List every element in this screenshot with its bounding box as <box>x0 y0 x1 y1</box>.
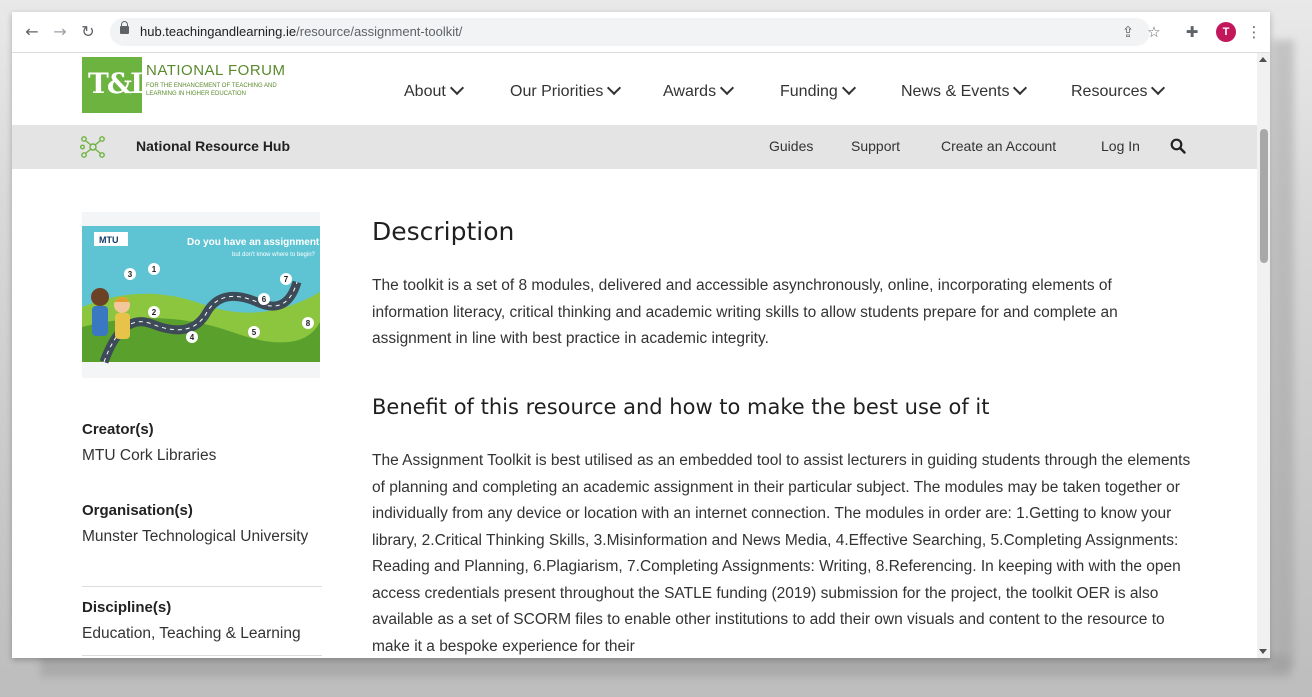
browser-toolbar: ← → ↻ hub.teachingandlearning.ie/resourc… <box>12 12 1270 53</box>
thumbnail-step-2: 2 <box>152 308 157 317</box>
forward-icon[interactable]: → <box>50 22 70 42</box>
nav-funding-label: Funding <box>780 83 838 100</box>
support-link[interactable]: Support <box>851 138 900 154</box>
logo-mark: T&L <box>88 67 150 100</box>
nav-funding[interactable]: Funding <box>780 80 856 101</box>
logo-subtitle: FOR THE ENHANCEMENT OF TEACHING AND LEAR… <box>146 83 277 97</box>
assignment-toolkit-infographic: MTU Do you have an assignment but don't … <box>82 212 320 378</box>
scroll-down-arrow-icon[interactable] <box>1259 649 1267 654</box>
thumbnail-step-8: 8 <box>306 319 311 328</box>
nav-about-label: About <box>404 83 446 100</box>
discipline-value[interactable]: Education, Teaching & Learning <box>82 621 322 647</box>
thumbnail-headline: Do you have an assignment <box>187 237 320 248</box>
nav-our-priorities[interactable]: Our Priorities <box>510 80 622 101</box>
chevron-down-icon <box>841 80 856 96</box>
thumbnail-step-7: 7 <box>284 275 289 284</box>
browser-window: ← → ↻ hub.teachingandlearning.ie/resourc… <box>12 12 1270 658</box>
description-text: The toolkit is a set of 8 modules, deliv… <box>372 277 1118 347</box>
address-bar[interactable]: hub.teachingandlearning.ie/resource/assi… <box>110 18 1150 46</box>
url-path: /resource/assignment-toolkit/ <box>296 24 463 39</box>
page-scrollbar[interactable] <box>1257 53 1270 658</box>
reload-icon[interactable]: ↻ <box>78 22 98 42</box>
guides-link[interactable]: Guides <box>769 138 813 154</box>
chevron-down-icon <box>719 80 735 96</box>
nav-news-events[interactable]: News & Events <box>901 80 1028 101</box>
scrollbar-thumb[interactable] <box>1260 129 1268 263</box>
backdrop-shadow-right <box>1272 40 1294 670</box>
nav-resources[interactable]: Resources <box>1071 80 1166 101</box>
lock-icon <box>120 21 129 34</box>
page-content: MTU Do you have an assignment but don't … <box>12 169 1257 658</box>
thumbnail-step-4: 4 <box>190 333 195 342</box>
nav-resources-label: Resources <box>1071 83 1148 100</box>
chevron-down-icon <box>607 80 622 96</box>
chevron-down-icon <box>1151 80 1166 96</box>
description-heading: Description <box>372 217 515 246</box>
organisation-label: Organisation(s) <box>82 502 193 519</box>
site-header: T&L NATIONAL FORUM FOR THE ENHANCEMENT O… <box>12 53 1257 125</box>
backdrop-shadow-bottom <box>40 655 1290 677</box>
hub-network-icon <box>80 136 105 158</box>
thumbnail-badge: MTU <box>99 235 119 245</box>
scroll-up-arrow-icon[interactable] <box>1259 57 1267 62</box>
hub-title[interactable]: National Resource Hub <box>136 138 290 154</box>
benefit-text: The Assignment Toolkit is best utilised … <box>372 452 1191 655</box>
nav-news-events-label: News & Events <box>901 83 1010 100</box>
share-icon[interactable]: ⇪ <box>1118 22 1138 42</box>
url-text: hub.teachingandlearning.ie/resource/assi… <box>140 24 462 39</box>
chevron-down-icon <box>1013 80 1028 96</box>
bookmark-star-icon[interactable]: ☆ <box>1144 22 1164 42</box>
extensions-puzzle-icon[interactable]: ✚ <box>1182 22 1202 42</box>
login-link[interactable]: Log In <box>1101 138 1140 154</box>
nav-about[interactable]: About <box>404 80 464 101</box>
sidebar-divider <box>82 655 322 656</box>
thumbnail-step-6: 6 <box>262 295 267 304</box>
browser-menu-icon[interactable]: ⋮ <box>1244 22 1264 42</box>
creator-value[interactable]: MTU Cork Libraries <box>82 443 322 469</box>
nav-awards-label: Awards <box>663 83 717 100</box>
site-logo[interactable]: T&L <box>82 57 150 113</box>
organisation-value[interactable]: Munster Technological University <box>82 524 322 550</box>
creator-label: Creator(s) <box>82 421 154 438</box>
resource-hub-bar: National Resource Hub Guides Support Cre… <box>12 125 1257 169</box>
nav-our-priorities-label: Our Priorities <box>510 83 604 100</box>
url-domain: hub.teachingandlearning.ie <box>140 24 297 39</box>
chevron-down-icon <box>449 80 464 96</box>
benefit-heading: Benefit of this resource and how to make… <box>372 395 990 419</box>
thumbnail-step-5: 5 <box>252 328 257 337</box>
logo-title: NATIONAL FORUM <box>146 62 286 79</box>
nav-awards[interactable]: Awards <box>663 80 735 101</box>
thumbnail-step-1: 1 <box>152 265 157 274</box>
profile-avatar[interactable]: T <box>1216 22 1236 42</box>
resource-thumbnail[interactable]: MTU Do you have an assignment but don't … <box>82 212 320 378</box>
thumbnail-subline: but don't know where to begin? <box>232 252 316 258</box>
sidebar-divider <box>82 586 322 587</box>
create-account-link[interactable]: Create an Account <box>941 138 1056 154</box>
back-icon[interactable]: ← <box>22 22 42 42</box>
search-icon[interactable] <box>1170 138 1186 154</box>
discipline-label: Discipline(s) <box>82 599 172 616</box>
thumbnail-step-3: 3 <box>128 270 133 279</box>
